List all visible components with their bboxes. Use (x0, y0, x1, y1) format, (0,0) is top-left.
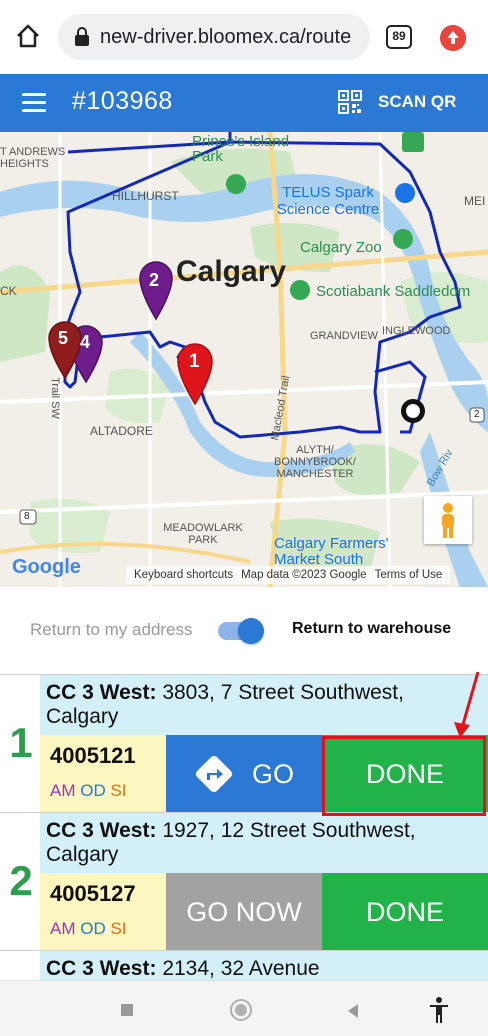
flag-si: SI (110, 781, 127, 800)
order-flags: AM OD SI (50, 919, 166, 939)
order-id: #103968 (72, 87, 173, 115)
map-attribution: Keyboard shortcuts Map data ©2023 Google… (126, 566, 451, 584)
route-map[interactable]: 2 4 5 1 T ANDREWS HEIGHTS Prince's Islan… (0, 132, 488, 587)
red-arrow-annotation (454, 671, 480, 738)
stop-address: CC 3 West: 2134, 32 Avenue (40, 951, 488, 981)
stop-address-text: 2134, 32 Avenue (162, 957, 320, 980)
map-label-inglewood: INGLEWOOD (382, 325, 451, 337)
order-code-box: 4005127 AM OD SI (40, 873, 166, 951)
map-marker-5-label: 5 (58, 328, 69, 348)
stop-prefix: CC 3 West: (46, 681, 157, 704)
go-now-label: GO NOW (186, 896, 302, 927)
go-label: GO (251, 758, 294, 789)
app-header: #103968 SCAN QR (0, 74, 488, 132)
map-label-scotiabank: Scotiabank Saddledom (316, 283, 471, 300)
map-label-ck: CK (0, 284, 17, 298)
map-label-farmers-market: Calgary Farmers' Market South (274, 535, 389, 568)
map-label-altadore: ALTADORE (90, 424, 153, 438)
map-label-hillhurst: HILLHURST (112, 189, 179, 203)
home-icon[interactable] (14, 22, 42, 50)
extension-icon[interactable] (440, 25, 466, 51)
home-button[interactable] (230, 999, 252, 1021)
flag-am: AM (50, 781, 76, 800)
map-label-trail-sw: Trail SW (48, 377, 61, 419)
return-toggle-row: Return to my address Return to warehouse (0, 600, 488, 658)
route-shield-2: 2 (474, 409, 480, 420)
map-label-andrews: T ANDREWS (0, 146, 66, 158)
map-label-meadowlark: MEADOWLARK PARK (163, 522, 243, 546)
keyboard-shortcuts-link[interactable]: Keyboard shortcuts (134, 569, 233, 581)
system-nav-bar (0, 980, 488, 1036)
menu-icon[interactable] (22, 93, 46, 113)
recent-apps-button[interactable] (121, 1004, 133, 1016)
flag-am: AM (50, 919, 76, 938)
map-label-heights: HEIGHTS (0, 158, 49, 170)
map-marker-2-label: 2 (149, 270, 160, 290)
go-now-button[interactable]: GO NOW (166, 873, 322, 951)
stop-prefix: CC 3 West: (46, 819, 157, 842)
map-marker-4-label: 4 (80, 332, 91, 352)
stop-address: CC 3 West: 1927, 12 Street Southwest, Ca… (40, 813, 488, 873)
stop-card-2: 2 CC 3 West: 1927, 12 Street Southwest, … (0, 812, 488, 951)
stop-prefix: CC 3 West: (46, 957, 157, 980)
accessibility-icon[interactable] (428, 996, 450, 1024)
terms-link[interactable]: Terms of Use (375, 569, 443, 581)
map-marker-1-label: 1 (189, 351, 200, 372)
done-button[interactable]: DONE (322, 873, 488, 951)
map-label-mei: MEI (464, 194, 486, 208)
return-toggle-switch[interactable] (218, 618, 264, 644)
flag-od: OD (80, 781, 106, 800)
lock-icon (75, 27, 89, 46)
url-text: new-driver.bloomex.ca/route (100, 25, 352, 48)
stop-card-3: CC 3 West: 2134, 32 Avenue (0, 950, 488, 981)
highlight-box (322, 736, 486, 816)
map-label-calgary: Calgary (176, 255, 287, 288)
map-data-text: Map data ©2023 Google (241, 569, 367, 581)
flag-si: SI (110, 919, 127, 938)
return-to-address-label[interactable]: Return to my address (30, 620, 193, 640)
address-bar[interactable]: new-driver.bloomex.ca/route (58, 14, 370, 60)
order-code: 4005127 (50, 881, 136, 906)
stop-number: 2 (9, 857, 33, 904)
map-label-zoo: Calgary Zoo (300, 239, 382, 256)
pegman-icon (442, 503, 454, 538)
order-code: 4005121 (50, 743, 136, 768)
flag-od: OD (80, 919, 106, 938)
browser-toolbar: new-driver.bloomex.ca/route 89 (0, 0, 488, 74)
map-label-alyth: ALYTH/ BONNYBROOK/ MANCHESTER (274, 444, 356, 480)
route-shield-8: 8 (24, 511, 30, 522)
map-label-princes-island: Prince's Island Park (192, 133, 290, 165)
back-button[interactable] (346, 1003, 360, 1019)
map-canvas (0, 132, 488, 587)
stop-number: 1 (9, 719, 33, 766)
return-to-warehouse-label[interactable]: Return to warehouse (292, 620, 451, 638)
google-logo: Google (12, 556, 81, 578)
order-code-box: 4005121 AM OD SI (40, 735, 166, 813)
map-label-grandview: GRANDVIEW (310, 330, 378, 342)
directions-icon (195, 755, 233, 793)
stop-address: CC 3 West: 3803, 7 Street Southwest, Cal… (40, 675, 488, 735)
qr-code-icon[interactable] (338, 90, 362, 114)
go-button[interactable]: GO (166, 735, 322, 813)
order-flags: AM OD SI (50, 781, 166, 801)
tab-count-button[interactable]: 89 (386, 25, 412, 49)
map-label-telus: TELUS Spark Science Centre (276, 184, 380, 218)
scan-qr-button[interactable]: SCAN QR (378, 92, 456, 112)
pegman-button[interactable] (424, 496, 472, 544)
